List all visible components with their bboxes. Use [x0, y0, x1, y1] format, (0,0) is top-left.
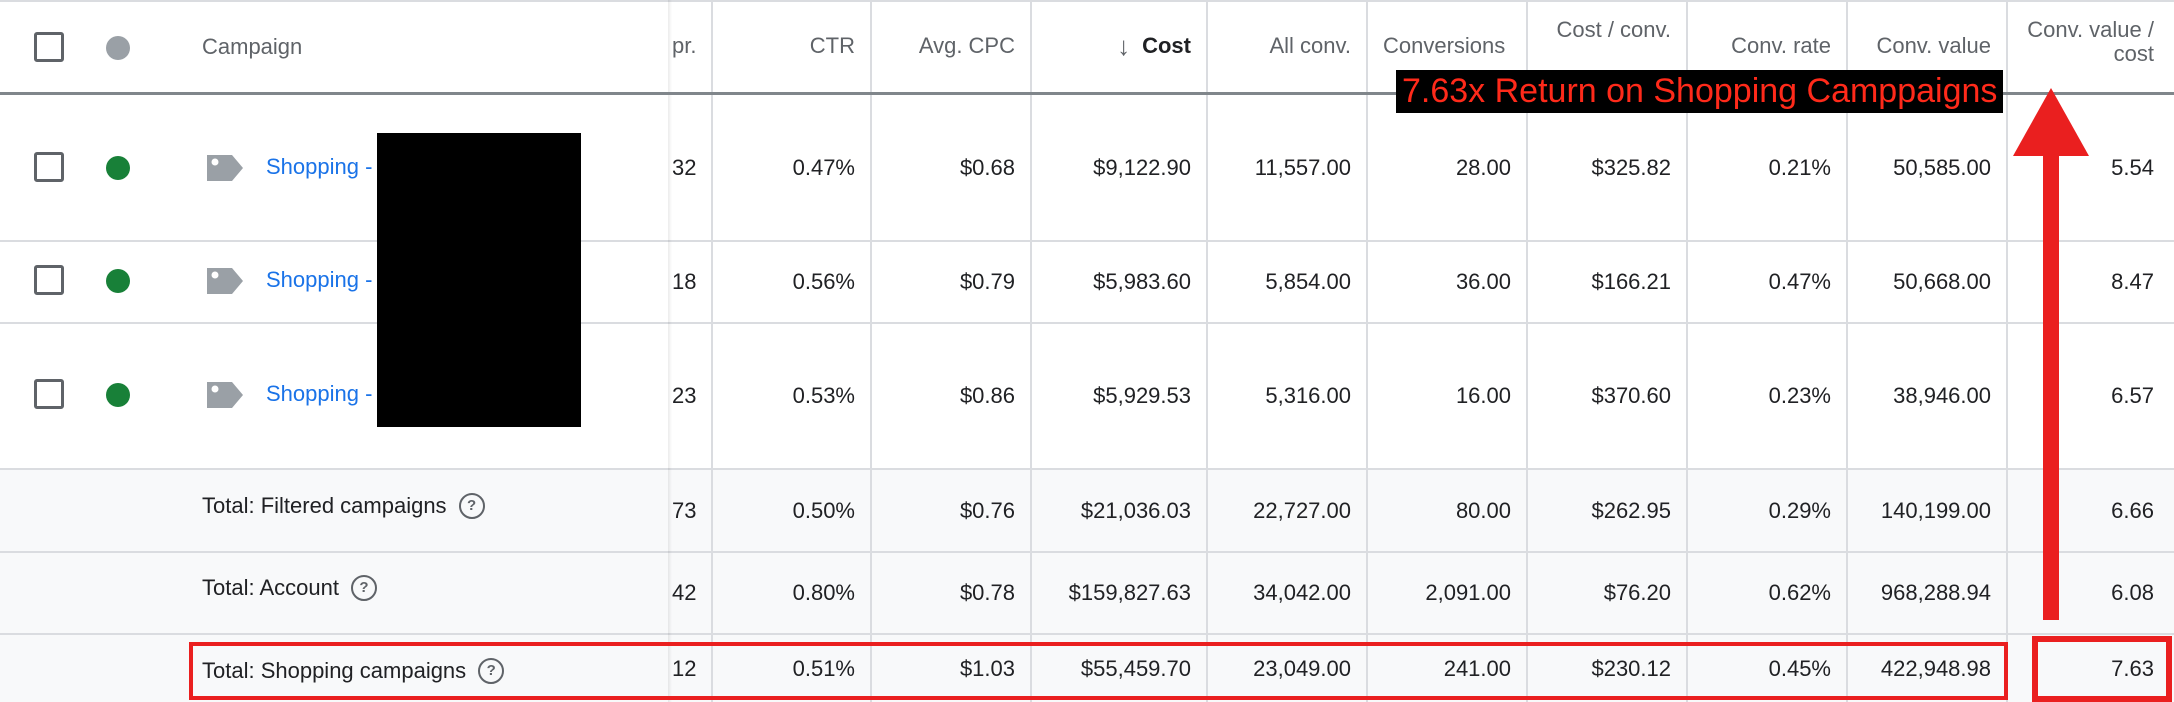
sort-descending-icon: ↓: [1117, 30, 1131, 61]
arrow-shaft: [2043, 150, 2059, 620]
cell-cost: $5,929.53: [1093, 383, 1191, 408]
campaign-name-link[interactable]: Shopping -: [266, 267, 372, 293]
frozen-columns: Campaign Shopping - Shopping - Shopping …: [0, 0, 670, 702]
cell-conv-value: 38,946.00: [1893, 383, 1991, 408]
campaign-name-link[interactable]: Shopping -: [266, 381, 372, 407]
cell-impr: 73: [672, 497, 697, 523]
col-header-cost-label: Cost: [1142, 32, 1191, 58]
cell-all-conv: 22,727.00: [1253, 497, 1351, 523]
col-header-cost[interactable]: ↓ Cost: [1032, 0, 1191, 92]
cell-cost: $21,036.03: [1080, 497, 1191, 523]
total-filtered-label: Total: Filtered campaigns ?: [202, 493, 485, 519]
cell-ctr: 0.80%: [792, 580, 855, 605]
shopping-tag-icon: [207, 268, 243, 294]
cell-avg-cpc: $0.79: [959, 269, 1015, 294]
shopping-tag-icon: [207, 155, 243, 181]
cell-cost-per-conv: $370.60: [1591, 383, 1671, 408]
col-header-ctr[interactable]: CTR: [713, 0, 855, 92]
cell-conv-value: 140,199.00: [1880, 497, 1991, 523]
cell-ctr: 0.56%: [792, 269, 855, 294]
help-icon[interactable]: ?: [458, 493, 485, 519]
cell-conversions: 2,091.00: [1425, 580, 1511, 605]
cell-all-conv: 5,316.00: [1265, 383, 1351, 408]
cell-ctr: 0.47%: [792, 154, 855, 180]
highlight-shopping-total-row: [189, 642, 2008, 700]
col-header-cost-per-conv[interactable]: Cost / conv.: [1528, 18, 1671, 74]
highlight-conv-value-cost: [2032, 636, 2172, 702]
cell-ctr: 0.53%: [792, 383, 855, 408]
cell-conv-rate: 0.21%: [1768, 154, 1831, 180]
cell-conversions: 28.00: [1455, 154, 1511, 180]
status-enabled-dot-icon[interactable]: [106, 383, 130, 407]
total-account-label: Total: Account ?: [202, 575, 377, 601]
cell-cost: $159,827.63: [1068, 580, 1191, 605]
arrow-up-icon: [2013, 88, 2089, 156]
select-all-checkbox[interactable]: [34, 32, 64, 62]
cell-cost: $5,983.60: [1093, 269, 1191, 294]
cell-cost-per-conv: $325.82: [1591, 154, 1671, 180]
cell-conversions: 36.00: [1455, 269, 1511, 294]
col-header-avg-cpc[interactable]: Avg. CPC: [872, 0, 1015, 92]
cell-impr: 23: [672, 383, 697, 408]
cell-conv-rate: 0.62%: [1768, 580, 1831, 605]
total-account-text: Total: Account: [202, 575, 339, 600]
row-checkbox[interactable]: [34, 379, 64, 409]
cell-all-conv: 34,042.00: [1253, 580, 1351, 605]
cell-cost: $9,122.90: [1093, 154, 1191, 180]
cell-cost-per-conv: $166.21: [1591, 269, 1671, 294]
cell-conv-value: 968,288.94: [1880, 580, 1991, 605]
return-callout: 7.63x Return on Shopping Camppaigns: [1396, 70, 2004, 113]
cell-conv-value-per-cost: 8.47: [2111, 269, 2154, 294]
col-header-all-conv[interactable]: All conv.: [1208, 0, 1351, 92]
cell-impr: 42: [672, 580, 697, 605]
redaction-block: [377, 133, 581, 427]
row-checkbox[interactable]: [34, 152, 64, 182]
status-header-dot-icon: [106, 36, 130, 60]
col-header-impressions[interactable]: pr.: [672, 0, 696, 92]
cell-avg-cpc: $0.68: [959, 154, 1015, 180]
cell-impr: 32: [672, 154, 697, 180]
help-icon[interactable]: ?: [350, 575, 377, 601]
status-enabled-dot-icon[interactable]: [106, 156, 130, 180]
campaign-name-link[interactable]: Shopping -: [266, 154, 372, 180]
cell-all-conv: 5,854.00: [1265, 269, 1351, 294]
col-header-conv-value-per-cost[interactable]: Conv. value / cost: [2008, 17, 2154, 78]
cell-conv-value: 50,585.00: [1893, 154, 1991, 180]
cell-conv-rate: 0.47%: [1768, 269, 1831, 294]
cell-conv-value-per-cost: 6.66: [2111, 497, 2154, 523]
col-header-campaign[interactable]: Campaign: [202, 34, 302, 60]
cell-all-conv: 11,557.00: [1254, 154, 1351, 180]
cell-avg-cpc: $0.86: [959, 383, 1015, 408]
cell-conv-rate: 0.29%: [1768, 497, 1831, 523]
cell-conv-value-per-cost: 6.57: [2111, 383, 2154, 408]
cell-conv-rate: 0.23%: [1768, 383, 1831, 408]
cell-cost-per-conv: $262.95: [1591, 497, 1671, 523]
row-checkbox[interactable]: [34, 265, 64, 295]
cell-conv-value: 50,668.00: [1893, 269, 1991, 294]
cell-avg-cpc: $0.76: [959, 497, 1015, 523]
cell-impr: 18: [672, 269, 697, 294]
cell-cost-per-conv: $76.20: [1603, 580, 1671, 605]
cell-conversions: 16.00: [1455, 383, 1511, 408]
cell-conversions: 80.00: [1455, 497, 1511, 523]
cell-conv-value-per-cost: 6.08: [2111, 580, 2154, 605]
shopping-tag-icon: [207, 382, 243, 408]
cell-ctr: 0.50%: [792, 497, 855, 523]
cell-avg-cpc: $0.78: [959, 580, 1015, 605]
total-filtered-text: Total: Filtered campaigns: [202, 493, 447, 518]
status-enabled-dot-icon[interactable]: [106, 269, 130, 293]
